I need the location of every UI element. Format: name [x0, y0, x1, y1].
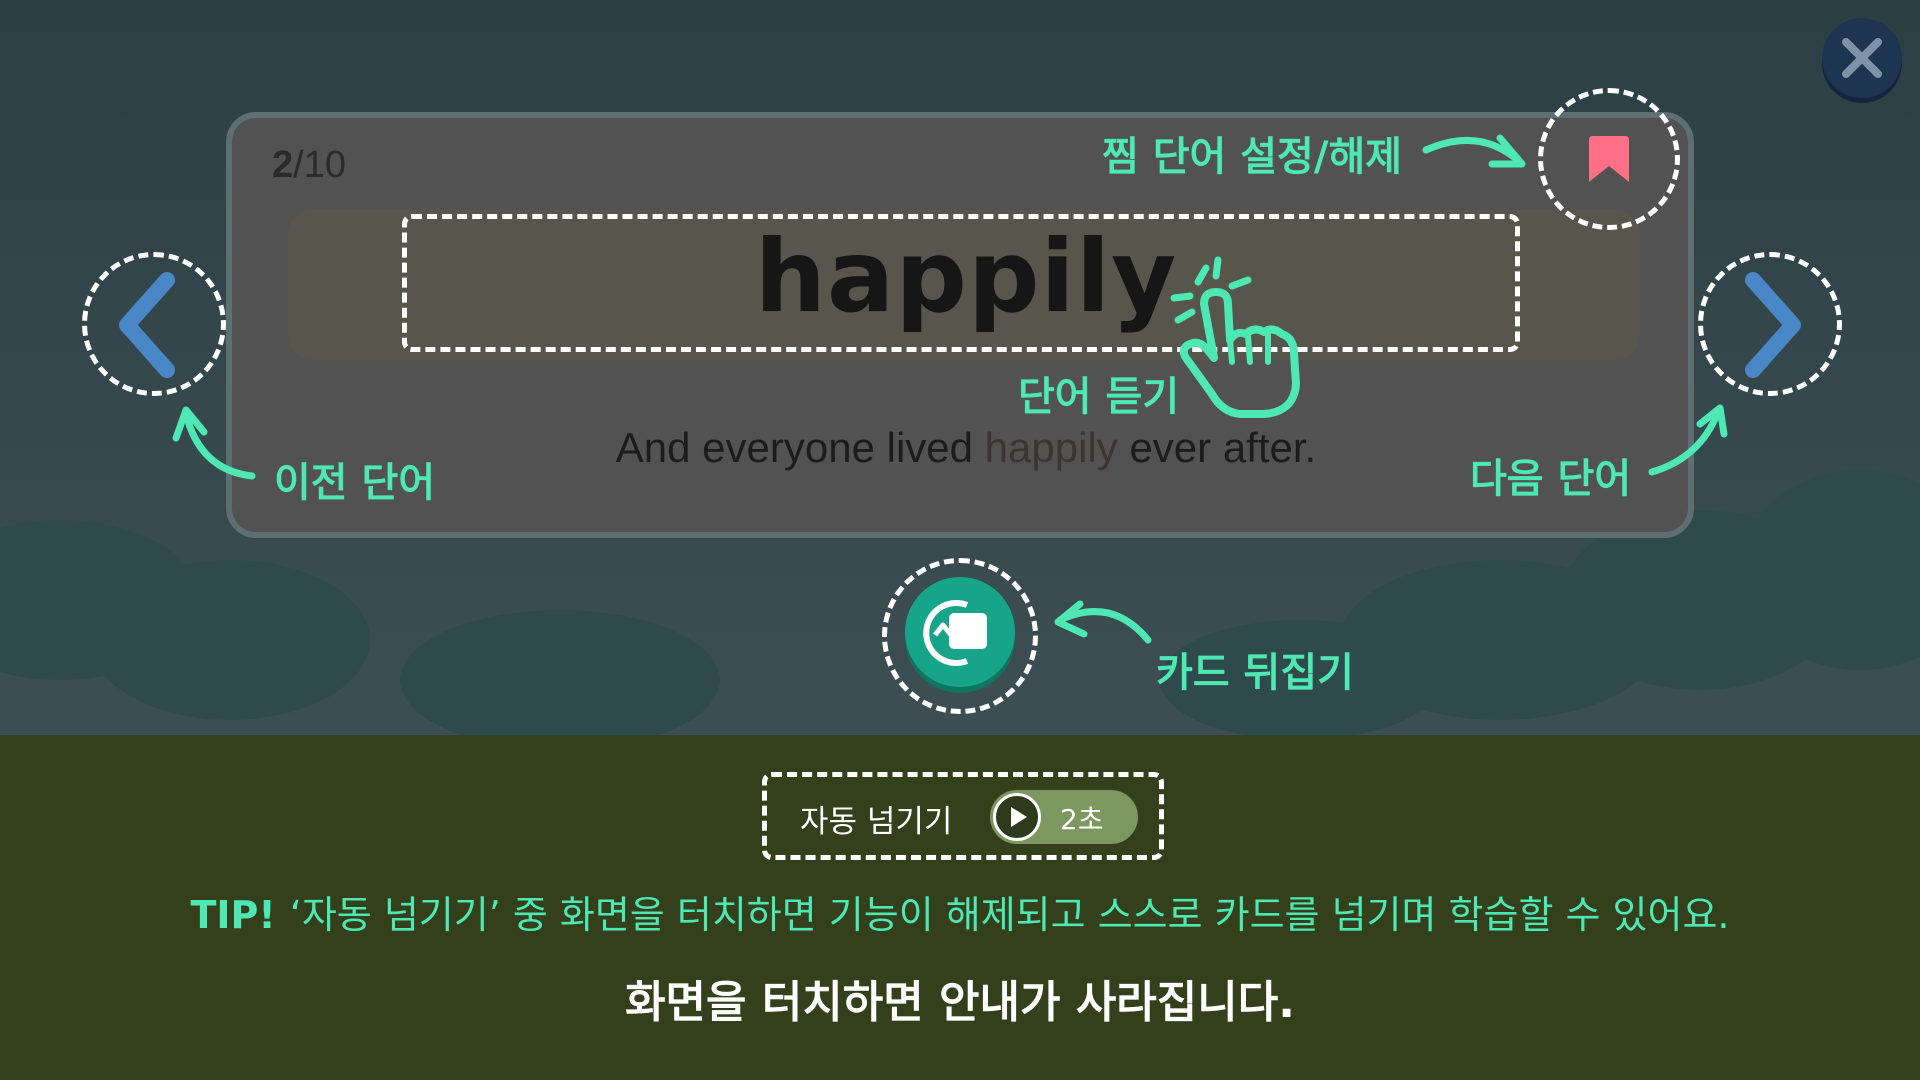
play-icon — [1011, 807, 1027, 827]
tip-text: TIP! ‘자동 넘기기’ 중 화면을 터치하면 기능이 해제되고 스스로 카드를… — [0, 884, 1920, 939]
bookmark-arrowhead — [1488, 134, 1526, 168]
auto-advance-label: 자동 넘기기 — [800, 804, 953, 840]
dismiss-instruction[interactable]: 화면을 터치하면 안내가 사라집니다. — [0, 966, 1920, 1030]
flip-label: 카드 뒤집기 — [1156, 650, 1354, 696]
tip-prefix: TIP! — [190, 893, 276, 937]
next-label: 다음 단어 — [1470, 456, 1632, 502]
listen-label: 단어 듣기 — [1018, 374, 1180, 420]
tip-body: ‘자동 넘기기’ 중 화면을 터치하면 기능이 해제되고 스스로 카드를 넘기며… — [289, 893, 1730, 937]
auto-advance-seconds: 2초 — [1060, 803, 1104, 836]
prev-label: 이전 단어 — [274, 460, 436, 506]
bookmark-label: 찜 단어 설정/해제 — [1102, 134, 1403, 180]
play-button[interactable] — [993, 793, 1041, 841]
auto-advance-toggle[interactable]: 2초 — [990, 790, 1138, 844]
